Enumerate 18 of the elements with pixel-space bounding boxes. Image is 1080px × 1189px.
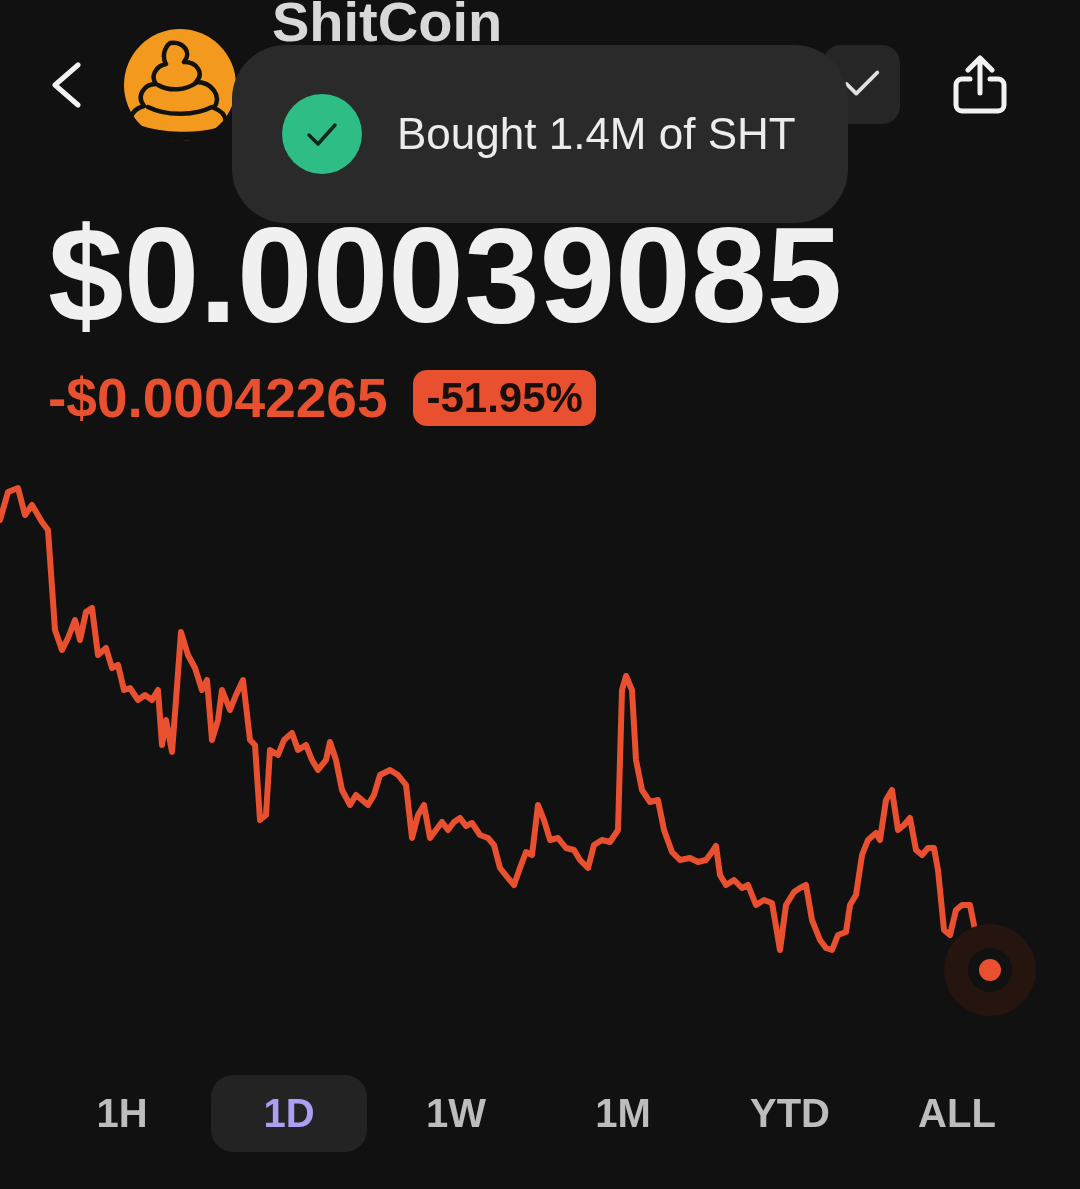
range-tab[interactable]: 1D — [211, 1075, 367, 1152]
share-icon — [952, 55, 1008, 115]
share-button[interactable] — [952, 55, 1008, 115]
poop-icon — [124, 29, 236, 141]
current-point-icon — [944, 924, 1036, 1016]
range-tab[interactable]: 1H — [44, 1075, 200, 1152]
price-change: -$0.00042265 — [48, 370, 388, 426]
range-tab[interactable]: 1M — [545, 1075, 701, 1152]
back-button[interactable] — [50, 62, 82, 108]
range-tab[interactable]: 1W — [378, 1075, 534, 1152]
coin-title: ShitCoin — [272, 0, 503, 45]
chevron-left-icon — [50, 62, 82, 108]
price-value: $0.00039085 — [48, 207, 843, 343]
check-circle-icon — [282, 94, 362, 174]
range-tab[interactable]: YTD — [712, 1075, 868, 1152]
percent-change-badge: -51.95% — [413, 370, 596, 426]
toast-message: Bought 1.4M of SHT — [397, 107, 796, 160]
range-tab[interactable]: ALL — [879, 1075, 1035, 1152]
